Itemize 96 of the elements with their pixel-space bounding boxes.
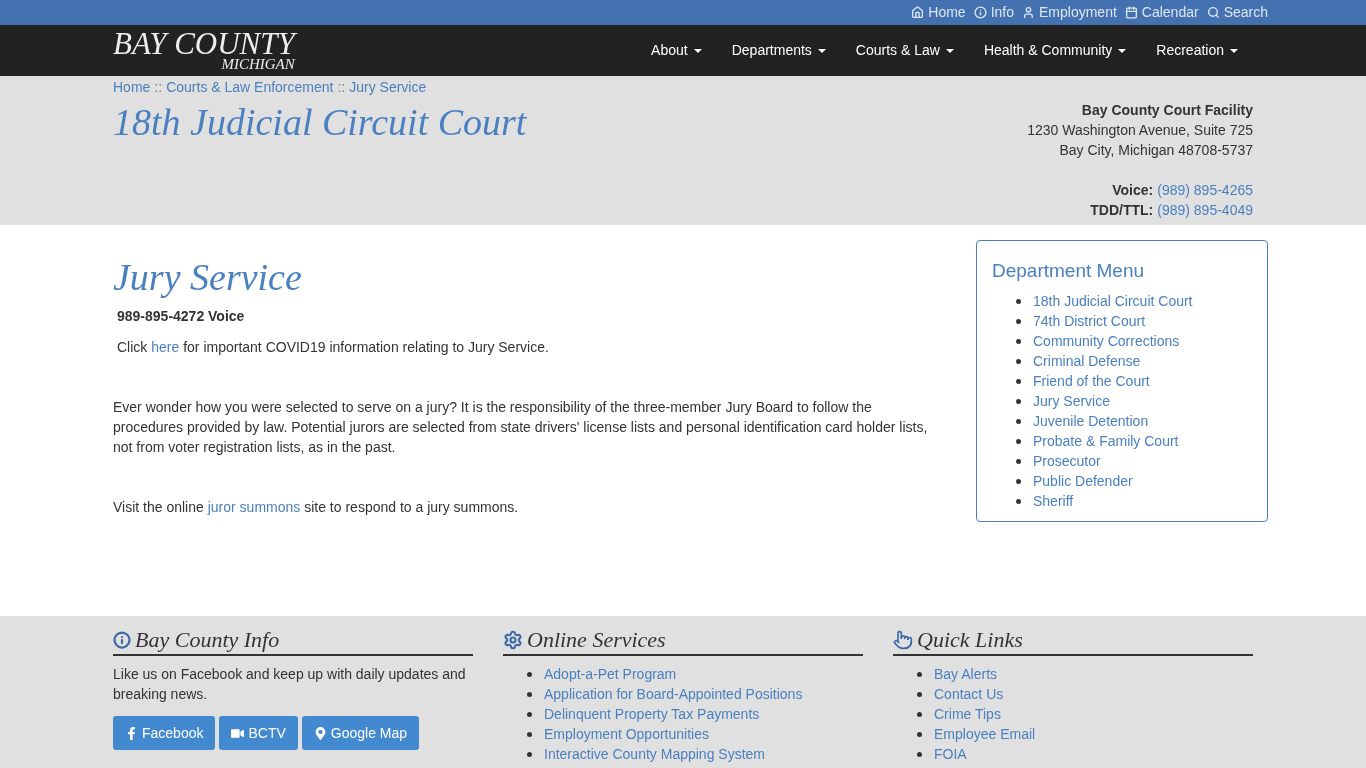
bullet-icon [917, 731, 922, 737]
video-camera-icon [231, 726, 245, 740]
caret-icon [1230, 48, 1238, 53]
top-link[interactable]: Home [911, 2, 966, 23]
menu-link[interactable]: Juvenile Detention [1033, 410, 1149, 432]
phone-link[interactable]: (989) 895-4265 [1157, 180, 1253, 200]
menu-link[interactable]: Prosecutor [1033, 450, 1101, 472]
menu-link[interactable]: Friend of the Court [1033, 370, 1150, 392]
facility-name: Bay County Court Facility [1080, 101, 1253, 120]
quick-link[interactable]: Bay Alerts [934, 663, 998, 685]
service-link[interactable]: Application for Board-Appointed Positions [544, 683, 803, 705]
bullet-icon [1016, 338, 1021, 344]
nav-menu-item[interactable]: Departments [716, 40, 841, 61]
footer-heading: Quick Links [893, 626, 1253, 656]
paragraph: Ever wonder how you were selected to serve on a jury? It is the responsibility of the three-member Jury Board to follow the procedures provided by law. Potential jurors are selected from state drivers' license lists and personal identification card holder lists, not from voter registration lists, as in the past. [113, 398, 929, 457]
quick-link[interactable]: FOIA [934, 743, 967, 765]
menu-link[interactable]: Criminal Defense [1033, 350, 1141, 372]
top-link[interactable]: Info [973, 2, 1014, 23]
paragraph: Click here for important COVID19 information relating to Jury Service. [117, 338, 550, 357]
nav-menu-item[interactable]: About [636, 40, 717, 61]
bullet-icon [917, 671, 922, 677]
bullet-icon [1016, 458, 1021, 464]
caret-icon [817, 48, 826, 53]
top-link[interactable]: Search [1206, 2, 1268, 23]
bullet-icon [527, 691, 532, 697]
footer-heading: Bay County Info [113, 626, 473, 656]
service-link[interactable]: Delinquent Property Tax Payments [544, 703, 760, 725]
user-icon [1022, 6, 1035, 19]
menu-link[interactable]: Jury Service [1033, 390, 1111, 412]
bullet-icon [1016, 398, 1021, 404]
bullet-icon [527, 711, 532, 717]
bullet-icon [527, 751, 532, 757]
top-link[interactable]: Calendar [1124, 2, 1199, 23]
social-button[interactable]: Facebook [113, 716, 216, 750]
phone-link[interactable]: (989) 895-4049 [1157, 200, 1253, 220]
bullet-icon [917, 751, 922, 757]
text-link[interactable]: here [151, 339, 180, 355]
address-line: Bay City, Michigan 48708-5737 [1058, 141, 1253, 160]
quick-link[interactable]: Contact Us [934, 683, 1004, 705]
nav-menu-item[interactable]: Courts & Law [840, 40, 969, 61]
panel-title: Department Menu [992, 259, 1146, 283]
caret-icon [945, 48, 954, 53]
facebook-icon [125, 726, 138, 740]
bullet-icon [1016, 418, 1021, 424]
info-icon [973, 6, 987, 19]
calendar-icon [1124, 6, 1138, 19]
phone-line: 989-895-4272 Voice [117, 307, 246, 326]
nav-menu-item[interactable]: Health & Community [968, 40, 1142, 61]
caret-icon [693, 48, 702, 53]
bullet-icon [1016, 498, 1021, 504]
paragraph: Visit the online juror summons site to respond to a jury summons. [113, 498, 520, 517]
bullet-icon [917, 691, 922, 697]
menu-link[interactable]: Community Corrections [1033, 330, 1180, 352]
bullet-icon [1016, 438, 1021, 444]
phone-label: Voice: [1112, 181, 1154, 200]
breadcrumb-separator: :: [154, 77, 163, 97]
breadcrumb-separator: :: [337, 77, 346, 97]
quick-link[interactable]: Employee Email [934, 723, 1036, 745]
map-pin-icon [313, 726, 327, 740]
menu-link[interactable]: 18th Judicial Circuit Court [1033, 290, 1193, 312]
footer-text: Like us on Facebook and keep up with daily updates and breaking news. [113, 665, 467, 704]
nav-menu-item[interactable]: Recreation [1141, 40, 1253, 61]
breadcrumb-link[interactable]: Jury Service [349, 76, 427, 98]
service-link[interactable]: Adopt-a-Pet Program [544, 663, 677, 685]
menu-link[interactable]: 74th District Court [1033, 310, 1146, 332]
bullet-icon [527, 731, 532, 737]
bullet-icon [1016, 298, 1021, 304]
logo-subtitle: MICHIGAN [221, 57, 295, 72]
court-title: 18th Judicial Circuit Court [113, 100, 527, 144]
service-link[interactable]: Employment Opportunities [544, 723, 709, 745]
menu-link[interactable]: Public Defender [1033, 470, 1133, 492]
phone-label: TDD/TTL: [1090, 201, 1154, 220]
page-title: Jury Service [113, 255, 303, 300]
service-link[interactable]: Interactive County Mapping System [544, 743, 765, 765]
bullet-icon [527, 671, 532, 677]
menu-link[interactable]: Probate & Family Court [1033, 430, 1179, 452]
bullet-icon [1016, 358, 1021, 364]
breadcrumb-link[interactable]: Home [113, 76, 151, 98]
info-icon [113, 631, 131, 649]
text-link[interactable]: juror summons [207, 499, 301, 515]
menu-link[interactable]: Sheriff [1033, 490, 1074, 512]
pointing-hand-icon [893, 630, 913, 650]
address-line: 1230 Washington Avenue, Suite 725 [1027, 121, 1253, 140]
footer-heading: Online Services [503, 626, 863, 656]
bullet-icon [1016, 478, 1021, 484]
top-link[interactable]: Employment [1022, 2, 1117, 23]
bullet-icon [1016, 318, 1021, 324]
home-icon [911, 6, 925, 19]
quick-link[interactable]: Crime Tips [934, 703, 1001, 725]
caret-icon [1118, 48, 1127, 53]
breadcrumb-link[interactable]: Courts & Law Enforcement [166, 76, 334, 98]
bullet-icon [917, 711, 922, 717]
bullet-icon [1016, 378, 1021, 384]
social-button[interactable]: BCTV [219, 716, 298, 750]
social-button[interactable]: Google Map [301, 716, 420, 750]
search-icon [1206, 6, 1220, 19]
